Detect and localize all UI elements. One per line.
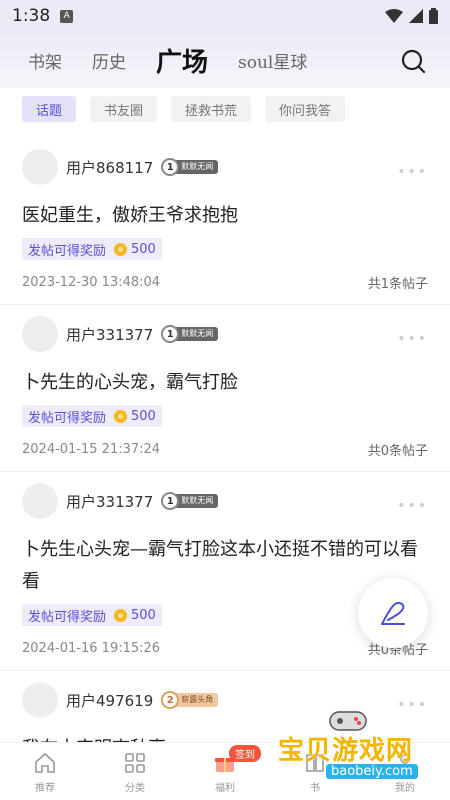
avatar[interactable] (22, 149, 58, 185)
nav-label: 分类 (125, 783, 145, 794)
level-badge: 1 默默无闻 (161, 492, 219, 510)
wifi-icon (385, 9, 403, 23)
post-date: 2024-01-15 21:37:24 (22, 441, 161, 457)
coin-icon (114, 608, 128, 622)
post-footer: 2023-12-30 13:48:04 共1条帖子 (22, 260, 428, 304)
avatar[interactable] (22, 682, 58, 718)
home-icon (35, 752, 55, 773)
signal-icon (409, 9, 423, 23)
nav-item-welfare[interactable]: 签到 福利 (180, 743, 270, 800)
post-title[interactable]: 医妃重生，傲娇王爷求抱抱 (22, 200, 428, 232)
reward-amount: 500 (131, 241, 156, 257)
post-card[interactable]: 用户331377 1 默默无闻 ••• 卜先生的心头宠，霸气打脸 发帖可得奖励 … (0, 311, 450, 472)
tab-history[interactable]: 历史 (92, 48, 126, 73)
reward-amount: 500 (131, 408, 156, 424)
notification-icon: A (60, 9, 74, 23)
reward-label: 发帖可得奖励 (28, 243, 107, 259)
nav-label: 推荐 (35, 783, 55, 794)
topic-chips: 话题 书友圈 拯救书荒 你问我答 (22, 96, 346, 122)
battery-icon (429, 8, 438, 24)
avatar[interactable] (22, 316, 58, 352)
post-header: 用户868117 1 默默无闻 (22, 144, 428, 190)
top-nav: 书架 历史 广场 soul星球 (0, 32, 450, 88)
post-date: 2023-12-30 13:48:04 (22, 274, 161, 290)
tab-soul-planet[interactable]: soul星球 (238, 48, 307, 73)
post-feed: 用户868117 1 默默无闻 ••• 医妃重生，傲娇王爷求抱抱 发帖可得奖励 … (0, 138, 450, 765)
level-badge: 1 默默无闻 (161, 325, 219, 343)
write-post-button[interactable] (358, 578, 428, 648)
chip-qa[interactable]: 你问我答 (265, 96, 346, 122)
level-badge: 2 崭露头角 (161, 691, 219, 709)
post-date: 2024-01-16 19:15:26 (22, 640, 161, 656)
coin-icon (114, 242, 128, 256)
more-options-icon[interactable]: ••• (397, 331, 428, 347)
username[interactable]: 用户497619 (66, 690, 153, 711)
level-title: 默默无闻 (173, 494, 219, 508)
reward-amount: 500 (131, 607, 156, 623)
nav-item-category[interactable]: 分类 (90, 743, 180, 800)
post-card[interactable]: 用户868117 1 默默无闻 ••• 医妃重生，傲娇王爷求抱抱 发帖可得奖励 … (0, 144, 450, 305)
username[interactable]: 用户331377 (66, 324, 153, 345)
tab-square[interactable]: 广场 (156, 42, 208, 79)
post-footer: 2024-01-15 21:37:24 共0条帖子 (22, 427, 428, 471)
post-header: 用户331377 1 默默无闻 (22, 311, 428, 357)
avatar[interactable] (22, 483, 58, 519)
post-title[interactable]: 卜先生的心头宠，霸气打脸 (22, 367, 428, 399)
level-title: 默默无闻 (173, 327, 219, 341)
username[interactable]: 用户331377 (66, 491, 153, 512)
reward-label: 发帖可得奖励 (28, 609, 107, 625)
level-badge: 1 默默无闻 (161, 158, 219, 176)
nav-label: 福利 (215, 783, 235, 794)
more-options-icon[interactable]: ••• (397, 498, 428, 514)
post-count: 共0条帖子 (367, 443, 428, 459)
status-bar: 1:38 A (0, 0, 450, 32)
coin-icon (114, 409, 128, 423)
username[interactable]: 用户868117 (66, 157, 153, 178)
watermark-text: 宝贝游戏网 (278, 736, 414, 766)
more-options-icon[interactable]: ••• (397, 164, 428, 180)
level-title: 默默无闻 (173, 160, 219, 174)
chip-topics[interactable]: 话题 (22, 96, 77, 122)
post-header: 用户331377 1 默默无闻 (22, 478, 428, 524)
reward-tag: 发帖可得奖励 500 (22, 238, 162, 260)
chip-save-book-shortage[interactable]: 拯救书荒 (171, 96, 252, 122)
reward-tag: 发帖可得奖励 500 (22, 604, 162, 626)
status-time: 1:38 (12, 6, 51, 26)
watermark-url: baobeiy.com (326, 764, 418, 779)
site-watermark: 宝贝游戏网 baobeiy.com (270, 708, 450, 800)
chip-book-circle[interactable]: 书友圈 (90, 96, 158, 122)
nav-item-recommend[interactable]: 推荐 (0, 743, 90, 800)
pen-icon (381, 601, 405, 625)
post-count: 共1条帖子 (367, 276, 428, 292)
grid-icon (125, 753, 145, 773)
reward-tag: 发帖可得奖励 500 (22, 405, 162, 427)
tab-bookshelf[interactable]: 书架 (28, 48, 62, 73)
search-icon[interactable] (400, 48, 426, 74)
check-in-badge: 签到 (229, 745, 261, 762)
level-title: 崭露头角 (173, 693, 219, 707)
reward-label: 发帖可得奖励 (28, 410, 107, 426)
